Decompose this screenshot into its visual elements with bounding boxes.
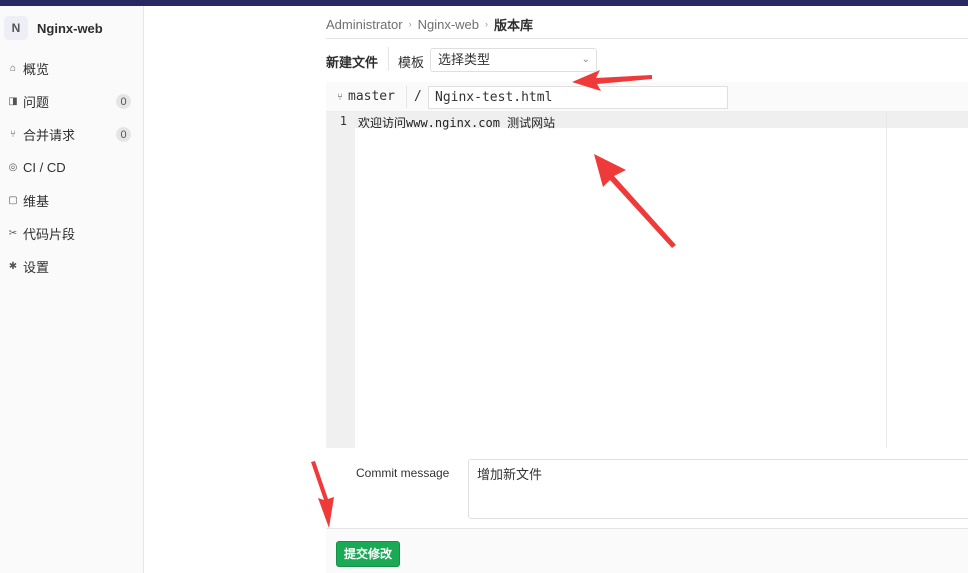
breadcrumb-item-admin[interactable]: Administrator [326, 17, 403, 32]
commit-section: Commit message 增加新文件 [326, 448, 968, 528]
branch-indicator: ⑂ master [337, 89, 395, 104]
sidebar-item-label: 概览 [23, 62, 50, 77]
sidebar-nav: ⌂ 概览 ◨ 问题 0 ⑂ 合并请求 0 ◎ CI / CD ▢ 维基 ✂ 代码… [0, 52, 143, 283]
branch-icon: ⑂ [337, 92, 343, 103]
commit-message-label: Commit message [356, 466, 450, 480]
template-label: 模板 [398, 55, 425, 70]
sidebar-item-overview[interactable]: ⌂ 概览 [0, 52, 143, 85]
breadcrumb-current[interactable]: 版本库 [494, 15, 533, 34]
chevron-down-icon: ⌄ [581, 54, 590, 65]
divider [326, 38, 968, 39]
page-title: 新建文件 [326, 55, 379, 70]
chevron-right-icon: › [485, 19, 488, 29]
sidebar-item-settings[interactable]: ✱ 设置 [0, 250, 143, 283]
sidebar-item-snippets[interactable]: ✂ 代码片段 [0, 217, 143, 250]
print-margin [886, 112, 887, 448]
editor-header: ⑂ master / Nginx-test.html [326, 82, 968, 112]
sidebar-item-label: CI / CD [23, 160, 66, 175]
sidebar-item-label: 代码片段 [23, 227, 76, 242]
branch-name: master [348, 89, 395, 104]
project-name[interactable]: Nginx-web [37, 21, 103, 36]
template-type-select[interactable]: 选择类型 ⌄ [430, 48, 597, 72]
gear-icon: ✱ [8, 261, 18, 272]
sidebar-item-wiki[interactable]: ▢ 维基 [0, 184, 143, 217]
sidebar-item-issues[interactable]: ◨ 问题 0 [0, 85, 143, 118]
line-gutter: 1 [326, 112, 355, 448]
commit-message-input[interactable]: 增加新文件 [468, 459, 968, 519]
breadcrumb: Administrator › Nginx-web › 版本库 [326, 15, 533, 34]
issues-icon: ◨ [8, 96, 18, 107]
file-name-input[interactable]: Nginx-test.html [428, 86, 728, 109]
divider [406, 86, 407, 108]
project-header[interactable]: N Nginx-web [4, 14, 103, 42]
code-editor[interactable]: 1 欢迎访问www.nginx.com 测试网站 [326, 112, 968, 448]
merge-request-icon: ⑂ [10, 129, 16, 140]
issues-count-badge: 0 [116, 94, 131, 109]
home-icon: ⌂ [9, 63, 17, 74]
sidebar-item-label: 设置 [23, 260, 50, 275]
sidebar-item-label: 问题 [23, 95, 50, 110]
line-number: 1 [339, 114, 347, 128]
template-select-value: 选择类型 [438, 52, 491, 67]
rocket-icon: ◎ [8, 162, 18, 173]
scissors-icon: ✂ [8, 228, 18, 239]
merge-requests-count-badge: 0 [116, 127, 131, 142]
book-icon: ▢ [8, 195, 18, 206]
project-avatar: N [4, 16, 28, 40]
breadcrumb-item-project[interactable]: Nginx-web [418, 17, 479, 32]
sidebar-item-label: 维基 [23, 194, 50, 209]
code-line[interactable]: 欢迎访问www.nginx.com 测试网站 [358, 114, 555, 131]
sidebar-item-ci-cd[interactable]: ◎ CI / CD [0, 151, 143, 184]
commit-changes-button[interactable]: 提交修改 [336, 541, 401, 567]
form-actions: 提交修改 [326, 528, 968, 573]
top-navbar [0, 0, 968, 6]
sidebar-item-merge-requests[interactable]: ⑂ 合并请求 0 [0, 118, 143, 151]
sidebar: N Nginx-web ⌂ 概览 ◨ 问题 0 ⑂ 合并请求 0 ◎ CI / … [0, 6, 144, 573]
path-separator: / [414, 89, 422, 104]
chevron-right-icon: › [408, 19, 412, 29]
divider [388, 47, 389, 71]
sidebar-item-label: 合并请求 [23, 128, 76, 143]
